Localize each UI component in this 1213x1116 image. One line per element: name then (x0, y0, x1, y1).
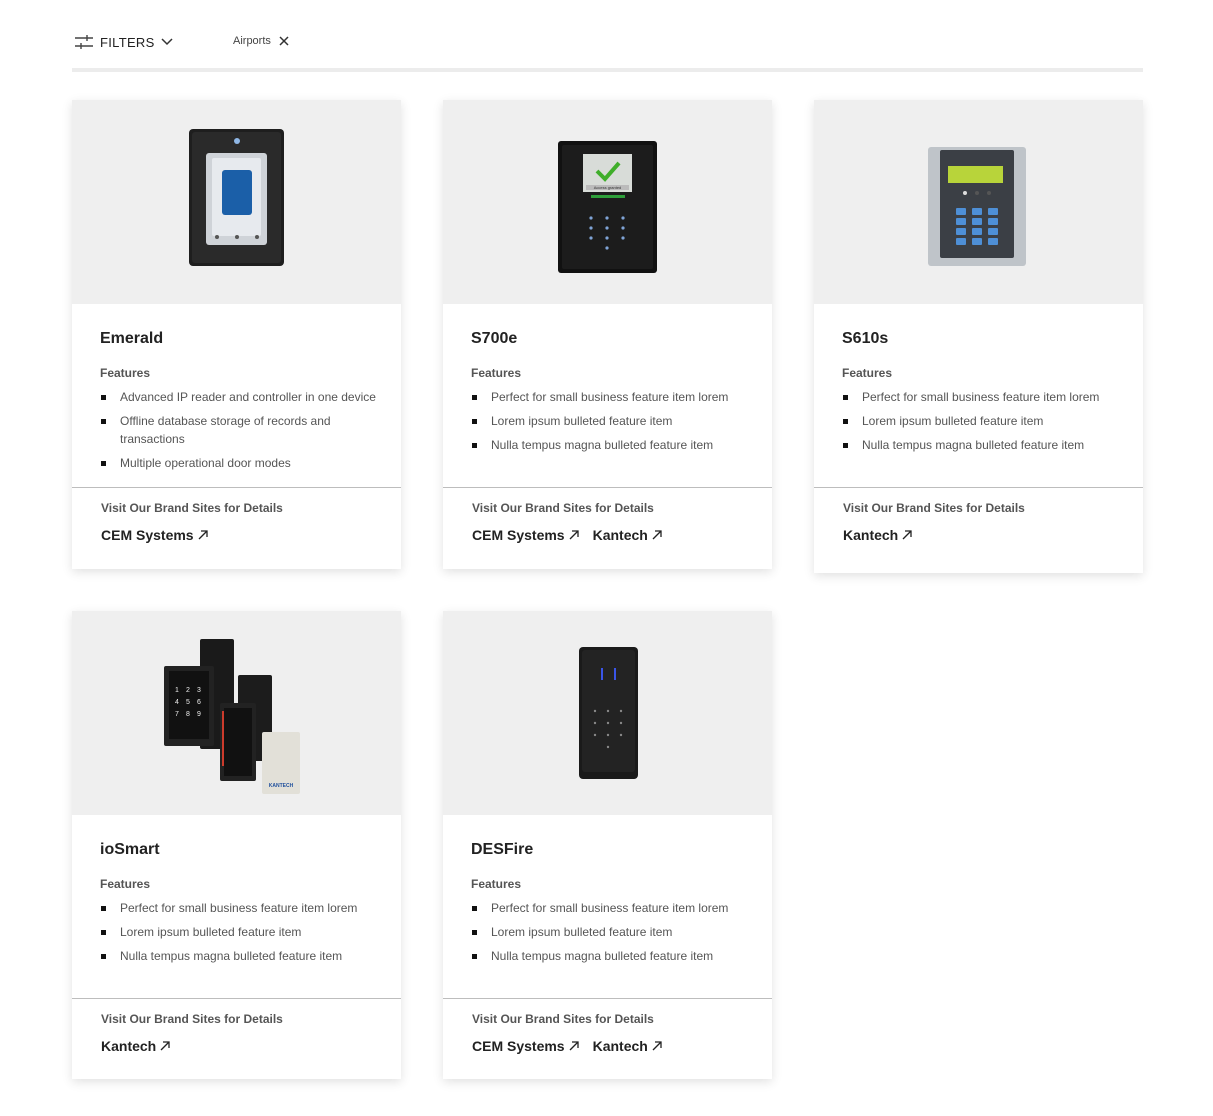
svg-text:5: 5 (186, 699, 190, 706)
product-card: Access granted S700e Features Perfect fo… (443, 100, 772, 569)
s610s-keypad-reader-image (928, 147, 1026, 266)
external-arrow-icon (652, 1041, 662, 1051)
product-title: Emerald (100, 330, 164, 347)
svg-text:4: 4 (175, 699, 179, 706)
desfire-reader-image (579, 647, 638, 779)
external-arrow-icon (198, 530, 208, 540)
brand-link-kantech[interactable]: Kantech (101, 1038, 170, 1054)
feature-item: Lorem ipsum bulleted feature item (842, 412, 1143, 430)
close-icon[interactable] (279, 36, 289, 46)
external-arrow-icon (160, 1041, 170, 1051)
features-heading: Features (842, 366, 893, 380)
feature-item: Perfect for small business feature item … (842, 388, 1143, 406)
card-body: S700e Features Perfect for small busines… (443, 304, 772, 487)
screen-text: Access granted (594, 185, 622, 190)
filters-button[interactable]: FILTERS (74, 34, 173, 50)
emerald-reader-image (189, 129, 284, 266)
chevron-down-icon (161, 38, 173, 46)
feature-item: Nulla tempus magna bulleted feature item (471, 436, 772, 454)
svg-text:8: 8 (186, 711, 190, 718)
svg-text:6: 6 (197, 699, 201, 706)
filter-bar: FILTERS Airports (72, 26, 1143, 72)
feature-item: Perfect for small business feature item … (471, 899, 772, 917)
brand-link-cem-systems[interactable]: CEM Systems (472, 527, 579, 543)
sliders-icon (75, 35, 93, 49)
svg-text:2: 2 (186, 687, 190, 694)
feature-item: Nulla tempus magna bulleted feature item (471, 947, 772, 965)
iosmart-readers-image: 123 456 789 KANTECH (164, 639, 300, 794)
brand-link-kantech[interactable]: Kantech (843, 527, 912, 543)
feature-item: Multiple operational door modes (100, 454, 401, 472)
features-heading: Features (100, 877, 151, 891)
feature-list: Advanced IP reader and controller in one… (100, 388, 401, 472)
external-arrow-icon (569, 530, 579, 540)
feature-list: Perfect for small business feature item … (842, 388, 1143, 454)
product-image-area (72, 100, 401, 304)
feature-list: Perfect for small business feature item … (471, 899, 772, 965)
feature-item: Lorem ipsum bulleted feature item (100, 923, 401, 941)
chip-label: Airports (233, 35, 271, 47)
feature-item: Advanced IP reader and controller in one… (100, 388, 401, 406)
product-image-area (814, 100, 1143, 304)
card-footer: Visit Our Brand Sites for Details CEM Sy… (443, 999, 772, 1054)
active-filter-chip: Airports (233, 35, 289, 47)
feature-item: Nulla tempus magna bulleted feature item (842, 436, 1143, 454)
product-title: DESFire (471, 841, 534, 858)
svg-text:9: 9 (197, 711, 201, 718)
product-image-area (443, 611, 772, 815)
feature-list: Perfect for small business feature item … (471, 388, 772, 454)
feature-item: Lorem ipsum bulleted feature item (471, 923, 772, 941)
brand-link-cem-systems[interactable]: CEM Systems (472, 1038, 579, 1054)
card-body: ioSmart Features Perfect for small busin… (72, 815, 401, 998)
feature-item: Lorem ipsum bulleted feature item (471, 412, 772, 430)
features-heading: Features (471, 877, 522, 891)
feature-item: Perfect for small business feature item … (471, 388, 772, 406)
product-image-area: 123 456 789 KANTECH (72, 611, 401, 815)
product-title: ioSmart (100, 841, 160, 858)
feature-item: Offline database storage of records and … (100, 412, 401, 448)
brand-link-kantech[interactable]: Kantech (593, 1038, 662, 1054)
brand-sites-heading: Visit Our Brand Sites for Details (843, 501, 1025, 515)
card-body: S610s Features Perfect for small busines… (814, 304, 1143, 487)
product-card: DESFire Features Perfect for small busin… (443, 611, 772, 1079)
brand-link-cem-systems[interactable]: CEM Systems (101, 527, 208, 543)
external-arrow-icon (569, 1041, 579, 1051)
s700e-reader-image: Access granted (558, 141, 657, 273)
brand-sites-heading: Visit Our Brand Sites for Details (101, 1012, 283, 1026)
feature-list: Perfect for small business feature item … (100, 899, 401, 965)
product-card: S610s Features Perfect for small busines… (814, 100, 1143, 573)
brand-link-kantech[interactable]: Kantech (593, 527, 662, 543)
filters-label: FILTERS (100, 34, 155, 50)
product-card: 123 456 789 KANTECH ioSmart Features Per… (72, 611, 401, 1079)
card-footer: Visit Our Brand Sites for Details Kantec… (72, 999, 401, 1054)
brand-sites-heading: Visit Our Brand Sites for Details (472, 1012, 654, 1026)
card-footer: Visit Our Brand Sites for Details CEM Sy… (443, 488, 772, 543)
product-title: S700e (471, 330, 518, 347)
features-heading: Features (100, 366, 151, 380)
product-image-area: Access granted (443, 100, 772, 304)
external-arrow-icon (902, 530, 912, 540)
product-card: Emerald Features Advanced IP reader and … (72, 100, 401, 569)
svg-text:7: 7 (175, 711, 179, 718)
card-body: Emerald Features Advanced IP reader and … (72, 304, 401, 487)
external-arrow-icon (652, 530, 662, 540)
feature-item: Nulla tempus magna bulleted feature item (100, 947, 401, 965)
brand-sites-heading: Visit Our Brand Sites for Details (101, 501, 283, 515)
feature-item: Perfect for small business feature item … (100, 899, 401, 917)
card-footer: Visit Our Brand Sites for Details Kantec… (814, 488, 1143, 543)
svg-text:1: 1 (175, 687, 179, 694)
brand-sites-heading: Visit Our Brand Sites for Details (472, 501, 654, 515)
card-logo-text: KANTECH (269, 783, 294, 789)
card-body: DESFire Features Perfect for small busin… (443, 815, 772, 998)
card-footer: Visit Our Brand Sites for Details CEM Sy… (72, 488, 401, 543)
product-title: S610s (842, 330, 889, 347)
features-heading: Features (471, 366, 522, 380)
svg-text:3: 3 (197, 687, 201, 694)
